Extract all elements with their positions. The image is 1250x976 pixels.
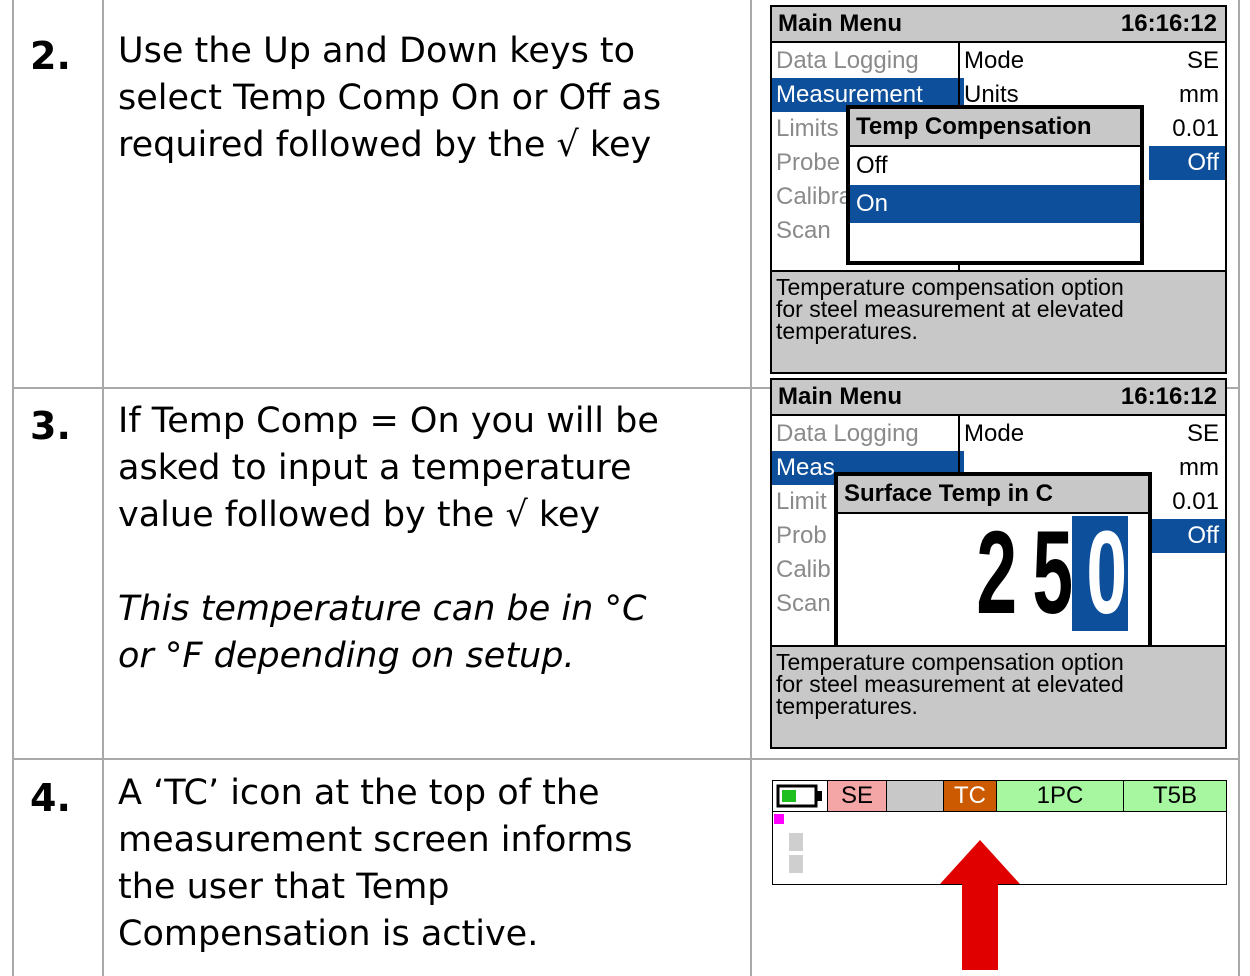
menu-item-data-logging[interactable]: Data Logging xyxy=(772,44,964,78)
device-screen-temp-comp: Main Menu 16:16:12 Data Logging Measurem… xyxy=(770,5,1227,374)
screen-help-text: Temperature compensation option for stee… xyxy=(772,270,1225,372)
param-label-mode: Mode xyxy=(964,420,1025,447)
step-number: 4. xyxy=(30,776,71,820)
text-line: select Temp Comp On or Off as xyxy=(118,78,662,118)
param-value-temp-comp[interactable]: Off xyxy=(1149,519,1225,553)
text-line: A ‘TC’ icon at the top of the xyxy=(118,773,600,813)
table-border-col1 xyxy=(102,0,104,976)
step-number: 3. xyxy=(30,404,71,448)
text-line: measurement screen informs xyxy=(118,820,633,860)
probe-badge: T5B xyxy=(1124,781,1226,812)
step-description: A ‘TC’ icon at the top of the measuremen… xyxy=(118,770,718,958)
help-line: Temperature compensation option xyxy=(776,649,1124,675)
param-value-resolution: 0.01 xyxy=(1172,488,1219,515)
italic-note-line: This temperature can be in °C xyxy=(118,589,647,629)
text-line: value followed by the √ key xyxy=(118,495,601,535)
tc-badge: TC xyxy=(944,781,997,812)
param-value-temp-comp[interactable]: Off xyxy=(1149,146,1225,180)
param-value-units: mm xyxy=(1179,454,1219,481)
step-description: If Temp Comp = On you will be asked to i… xyxy=(118,398,718,680)
row-divider-2 xyxy=(12,758,1240,760)
text-line: asked to input a temperature xyxy=(118,448,632,488)
signal-indicator xyxy=(789,833,803,873)
text-line: the user that Temp xyxy=(118,867,450,907)
status-marker xyxy=(774,814,784,824)
screen-header: Main Menu 16:16:12 xyxy=(772,380,1225,416)
menu-item-data-logging[interactable]: Data Logging xyxy=(772,417,964,451)
help-line: Temperature compensation option xyxy=(776,274,1124,300)
table-border-col2 xyxy=(750,0,752,976)
screen-header: Main Menu 16:16:12 xyxy=(772,7,1225,43)
digit-tens[interactable]: 5 xyxy=(1032,514,1073,632)
text-line: Use the Up and Down keys to xyxy=(118,31,636,71)
screen-clock: 16:16:12 xyxy=(1120,10,1217,37)
text-line: Compensation is active. xyxy=(118,914,539,954)
mode-badge: SE xyxy=(828,781,887,812)
step-number: 2. xyxy=(30,34,71,78)
text-line: required followed by the √ key xyxy=(118,125,652,165)
help-line: temperatures. xyxy=(776,693,918,719)
empty-badge xyxy=(887,781,944,812)
help-line: for steel measurement at elevated xyxy=(776,671,1124,697)
step-description: Use the Up and Down keys to select Temp … xyxy=(118,28,718,169)
screen-clock: 16:16:12 xyxy=(1120,383,1217,410)
help-line: for steel measurement at elevated xyxy=(776,296,1124,322)
screen-help-text: Temperature compensation option for stee… xyxy=(772,645,1225,747)
pc-badge: 1PC xyxy=(997,781,1124,812)
surface-temp-popup: Surface Temp in C 2 5 0 xyxy=(834,472,1152,650)
param-value-mode: SE xyxy=(1186,420,1219,447)
param-value-mode: SE xyxy=(1186,47,1219,74)
param-value-units: mm xyxy=(1179,81,1219,108)
popup-title: Temp Compensation xyxy=(850,109,1140,147)
temp-compensation-popup: Temp Compensation Off On xyxy=(846,105,1144,265)
italic-note-line: or °F depending on setup. xyxy=(118,636,575,676)
table-border-left xyxy=(12,0,14,976)
param-label-mode: Mode xyxy=(964,47,1025,74)
screen-title: Main Menu xyxy=(778,383,902,410)
device-screen-surface-temp: Main Menu 16:16:12 Data Logging Meas Lim… xyxy=(770,378,1227,749)
param-value-resolution: 0.01 xyxy=(1172,115,1219,142)
temperature-entry[interactable]: 2 5 0 xyxy=(838,514,1148,632)
battery-icon xyxy=(773,781,828,812)
digit-ones[interactable]: 0 xyxy=(1086,514,1127,632)
screen-title: Main Menu xyxy=(778,10,902,37)
option-off[interactable]: Off xyxy=(850,147,1140,185)
help-line: temperatures. xyxy=(776,318,918,344)
digit-hundreds[interactable]: 2 xyxy=(976,514,1017,632)
up-arrow-icon xyxy=(940,840,1020,970)
table-border-right xyxy=(1238,0,1240,976)
text-line: If Temp Comp = On you will be xyxy=(118,401,659,441)
option-on[interactable]: On xyxy=(850,185,1140,223)
